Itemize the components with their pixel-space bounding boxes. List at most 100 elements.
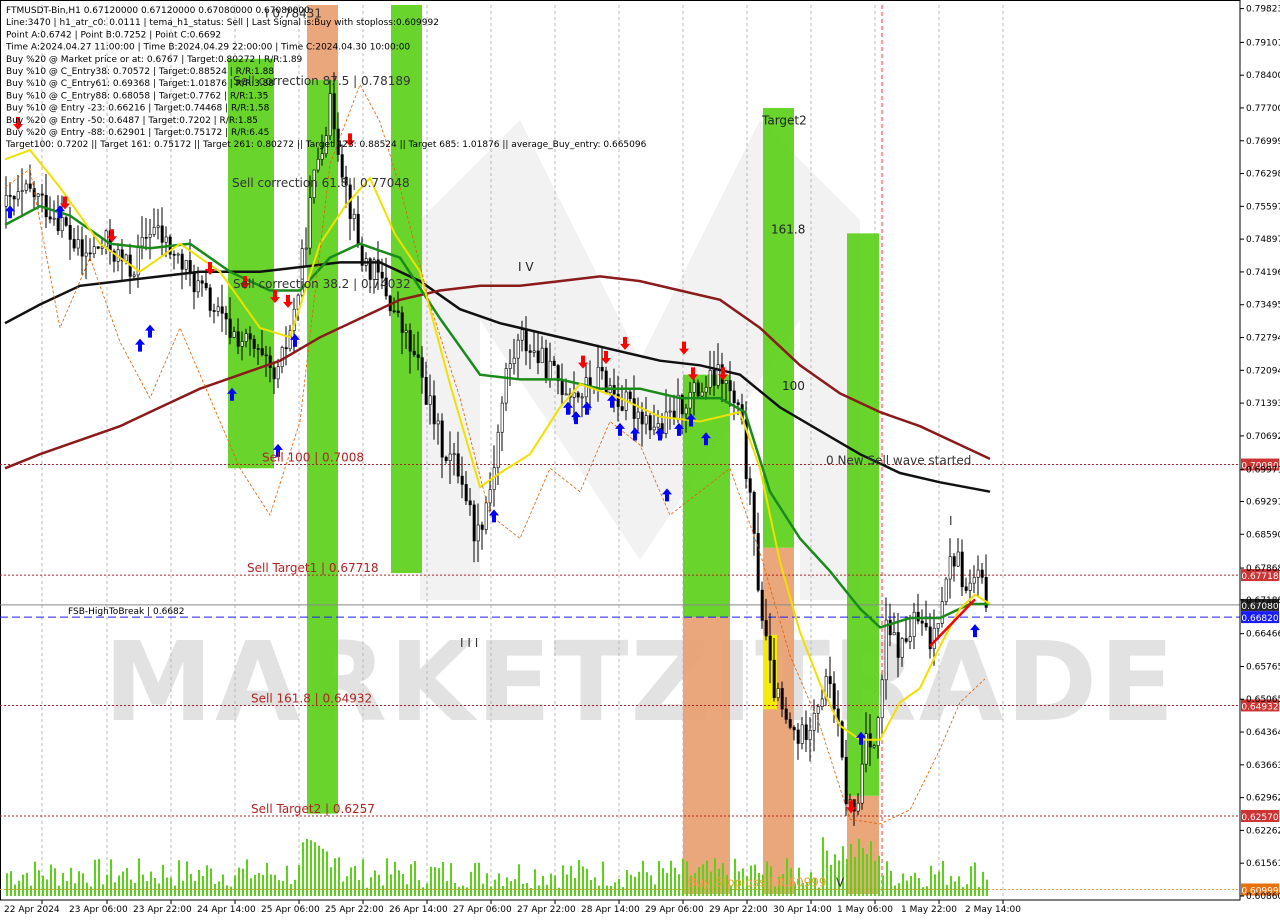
candle-body [104,230,108,248]
info-line: Line:3470 | h1_atr_c0: 0.0111 | tema_h1_… [6,18,439,28]
candle-body [548,360,552,380]
volume-bar [582,866,584,896]
volume-bar [18,880,20,896]
candle-body [872,745,876,748]
volume-bar [858,838,860,896]
candle-body [36,193,40,197]
price-tick-label: 0.71393 [1246,399,1280,409]
candle-body [536,350,540,364]
volume-bar [302,842,304,896]
volume-bar [330,867,332,896]
candle-body [72,239,76,249]
volume-bar [682,858,684,896]
volume-bar [962,887,964,896]
candle-body [432,395,436,425]
chart-annotation: 161.8 [771,222,805,236]
volume-bar [450,863,452,896]
candle-body [304,247,308,250]
info-line: Target100: 0.7202 || Target 161: 0.75172… [5,140,647,150]
volume-bar [670,860,672,896]
volume-bar [190,873,192,896]
volume-bar [266,862,268,896]
volume-bar [178,860,180,896]
candle-body [948,556,952,580]
signal-zone [683,617,730,895]
volume-bar [854,856,856,896]
volume-bar [314,842,316,896]
volume-bar [914,872,916,896]
volume-bar [666,873,668,896]
volume-bar [478,862,480,896]
candle-body [204,282,208,289]
info-line: Point A:0.6742 | Point B:0.7252 | Point … [6,30,221,40]
price-axis: 0.700800.677180.668200.649320.625700.609… [1239,0,1280,902]
level-label: Sell Target1 | 0.67718 [247,561,379,575]
candle-body [748,478,752,493]
candle-body [396,310,400,314]
candle-body [28,183,32,189]
volume-bar [514,879,516,896]
buy-arrow-icon [135,338,145,352]
volume-bar [498,873,500,896]
volume-bar [270,874,272,896]
chart-annotation: 100 [782,379,805,393]
volume-bar [674,867,676,896]
volume-bar [94,859,96,896]
volume-bar [586,868,588,896]
volume-bar [30,885,32,896]
price-tick-label: 0.75597 [1246,202,1280,212]
candle-body [480,524,484,530]
volume-bar [950,875,952,896]
volume-bar [346,876,348,896]
candle-body [256,348,260,350]
chart-annotation: I [949,514,953,528]
candle-body [724,380,728,384]
candle-body [576,392,580,398]
info-line: FTMUSDT-Bin,H1 0.67120000 0.67120000 0.6… [6,6,310,16]
candle-body [452,453,456,456]
candle-body [100,246,104,249]
volume-bar [42,875,44,896]
time-tick-label: 29 Apr 22:00 [709,905,768,915]
chart-annotation: 0 New Sell wave started [826,454,971,468]
candle-body [900,638,904,658]
volume-bar [622,887,624,896]
volume-bar [458,886,460,896]
info-line: Buy %20 @ Entry -50: 0.6487 | Target:0.7… [6,116,258,126]
candle-body [572,392,576,398]
volume-bar [918,878,920,896]
price-tick-label: 0.78400 [1246,71,1280,81]
candlestick-chart[interactable]: MARKETZITRADE Sell 100 | 0.7008 Sell Targ… [0,0,1280,920]
volume-bar [226,885,228,896]
candle-body [816,706,820,714]
volume-bar [206,865,208,896]
candle-body [776,688,780,699]
candle-body [468,500,472,506]
candle-body [944,578,948,602]
candle-body [532,350,536,353]
volume-bar [326,851,328,896]
volume-bar [58,885,60,896]
candle-body [280,347,284,368]
volume-bar [110,859,112,896]
candle-body [340,154,344,178]
volume-bar [482,883,484,896]
volume-bar [34,861,36,896]
price-tick-label: 0.74196 [1246,268,1280,278]
candle-body [24,183,28,191]
volume-bar [146,881,148,896]
watermark-text: MARKETZITRADE [104,618,1177,746]
candle-body [64,217,68,226]
price-tick-label: 0.63663 [1246,761,1280,771]
candle-body [356,213,360,245]
volume-bar [234,875,236,896]
candle-body [772,659,776,699]
volume-bar [390,874,392,896]
volume-bar [366,887,368,896]
candle-body [972,577,976,584]
candle-body [56,217,60,231]
candle-body [268,355,272,369]
volume-bar [370,877,372,896]
volume-bar [126,867,128,896]
volume-bar [218,881,220,896]
